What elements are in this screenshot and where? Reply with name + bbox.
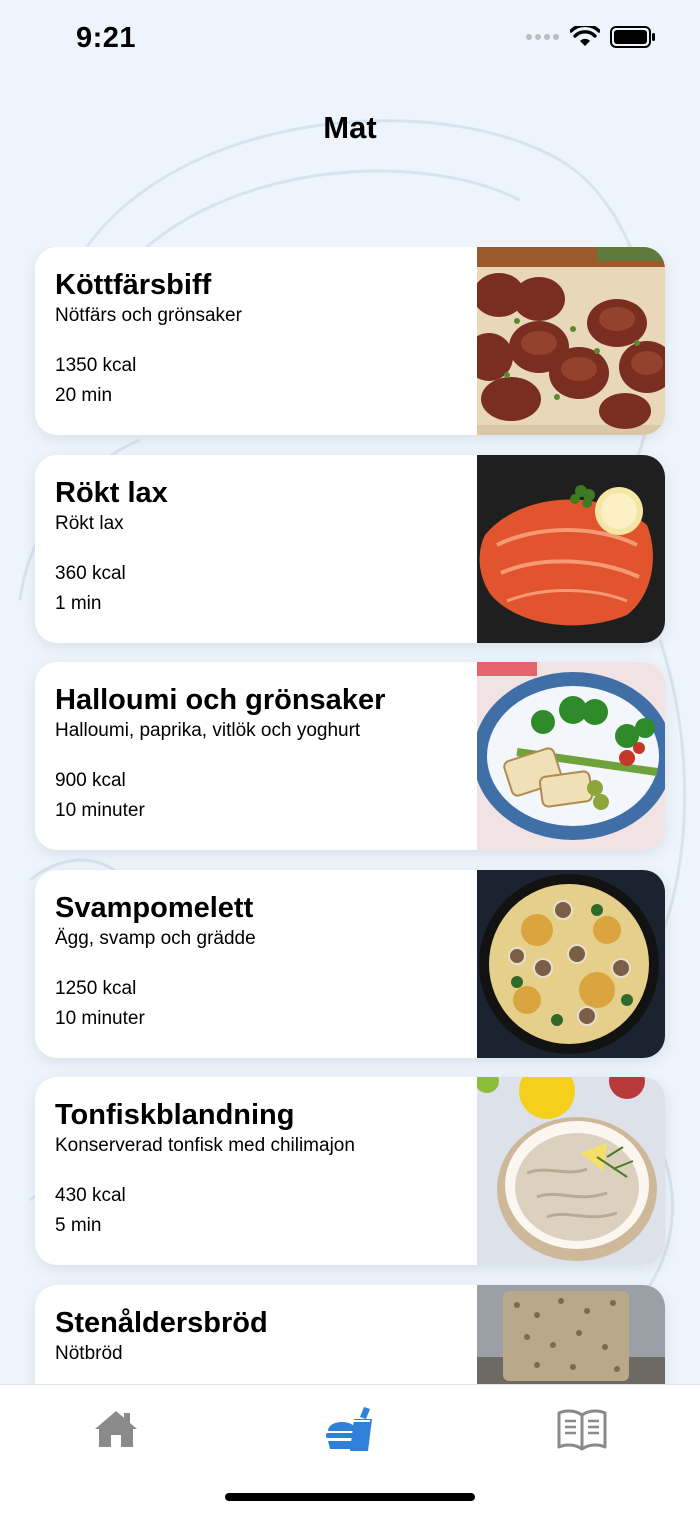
recipe-title: Halloumi och grönsaker <box>55 684 386 716</box>
food-icon <box>326 1407 372 1451</box>
recipe-card-tonfiskblandning[interactable]: Tonfiskblandning Konserverad tonfisk med… <box>35 1077 665 1265</box>
recipe-card-stenaldersbrod[interactable]: Stenåldersbröd Nötbröd <box>35 1285 665 1384</box>
recipe-photo-seed-bread <box>477 1285 665 1384</box>
recipe-card-text: Stenåldersbröd Nötbröd <box>55 1305 465 1366</box>
recipe-photo-omelette <box>477 870 665 1058</box>
recipe-time: 5 min <box>55 1215 102 1236</box>
recipe-subtitle: Ägg, svamp och grädde <box>55 928 256 949</box>
recipe-subtitle: Rökt lax <box>55 513 124 534</box>
recipe-kcal: 360 kcal <box>55 563 126 584</box>
recipe-card-rokt-lax[interactable]: Rökt lax Rökt lax 360 kcal 1 min <box>35 455 665 643</box>
book-icon <box>557 1409 607 1451</box>
status-bar: 9:21 <box>0 0 700 80</box>
recipe-time: 1 min <box>55 593 102 614</box>
recipe-card-text: Halloumi och grönsaker Halloumi, paprika… <box>55 682 465 823</box>
recipe-title: Stenåldersbröd <box>55 1307 268 1339</box>
tab-home[interactable] <box>86 1403 146 1455</box>
recipe-photo-salmon <box>477 455 665 643</box>
recipe-time: 10 minuter <box>55 800 145 821</box>
battery-icon <box>610 26 655 48</box>
wifi-icon <box>570 26 600 46</box>
signal-icon <box>526 34 559 40</box>
home-indicator[interactable] <box>225 1493 475 1501</box>
recipe-card-text: Rökt lax Rökt lax 360 kcal 1 min <box>55 475 465 616</box>
recipe-card-text: Svampomelett Ägg, svamp och grädde 1250 … <box>55 890 465 1031</box>
tab-bar <box>0 1384 700 1515</box>
recipe-card-text: Tonfiskblandning Konserverad tonfisk med… <box>55 1097 465 1238</box>
recipe-kcal: 430 kcal <box>55 1185 126 1206</box>
recipe-subtitle: Konserverad tonfisk med chilimajon <box>55 1135 355 1156</box>
recipe-title: Tonfiskblandning <box>55 1099 295 1131</box>
recipe-kcal: 1350 kcal <box>55 355 137 376</box>
recipe-time: 20 min <box>55 385 113 406</box>
recipe-subtitle: Nötbröd <box>55 1343 123 1364</box>
page-title: Mat <box>323 110 377 145</box>
recipe-photo-tuna-mix <box>477 1077 665 1265</box>
recipe-photo-halloumi <box>477 662 665 850</box>
recipe-subtitle: Halloumi, paprika, vitlök och yoghurt <box>55 720 361 741</box>
tab-book[interactable] <box>552 1403 612 1455</box>
recipe-list[interactable]: Köttfärsbiff Nötfärs och grönsaker 1350 … <box>0 247 700 1384</box>
recipe-kcal: 1250 kcal <box>55 978 137 999</box>
status-icons <box>526 26 656 48</box>
recipe-kcal: 900 kcal <box>55 770 126 791</box>
recipe-title: Svampomelett <box>55 892 254 924</box>
recipe-card-kottfarsbiff[interactable]: Köttfärsbiff Nötfärs och grönsaker 1350 … <box>35 247 665 435</box>
recipe-title: Rökt lax <box>55 477 168 509</box>
recipe-card-text: Köttfärsbiff Nötfärs och grönsaker 1350 … <box>55 267 465 408</box>
home-icon <box>95 1411 137 1447</box>
recipe-title: Köttfärsbiff <box>55 269 212 301</box>
recipe-photo-meatballs <box>477 247 665 435</box>
tab-food[interactable] <box>320 1403 380 1455</box>
recipe-card-svampomelett[interactable]: Svampomelett Ägg, svamp och grädde 1250 … <box>35 870 665 1058</box>
recipe-card-halloumi[interactable]: Halloumi och grönsaker Halloumi, paprika… <box>35 662 665 850</box>
recipe-time: 10 minuter <box>55 1008 145 1029</box>
status-time: 9:21 <box>76 22 137 54</box>
recipe-subtitle: Nötfärs och grönsaker <box>55 305 242 326</box>
